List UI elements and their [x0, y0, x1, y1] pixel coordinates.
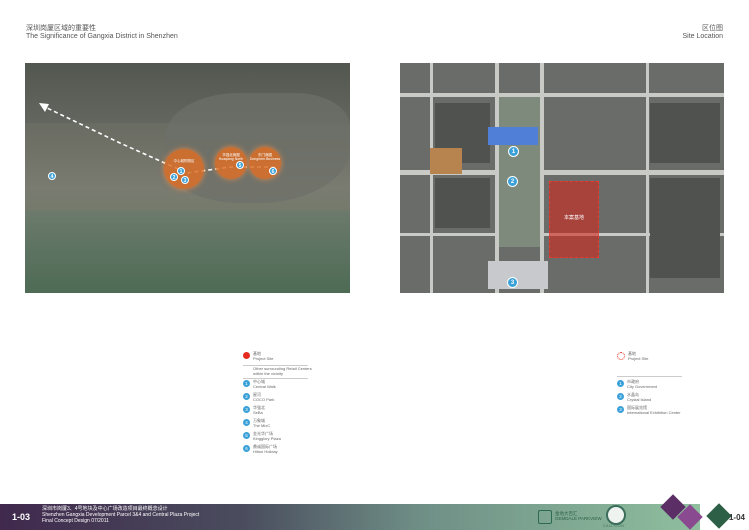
map-pin-6: 6: [269, 167, 277, 175]
footer-line-3: Final Concept Design 07/2011: [42, 517, 109, 524]
map-pin-3: 3: [181, 176, 189, 184]
legend-item: 6 鼎诚国际广场 Hilton Holiday: [243, 444, 278, 454]
diamond-decoration: [706, 503, 732, 529]
legend-project-site: 基地 Project Site: [243, 351, 273, 361]
city-government-building: [488, 127, 538, 145]
title-en-left: The Significance of Gangxia District in …: [26, 33, 178, 40]
site-location-map: 本案基地 1 2 3: [400, 63, 724, 293]
number-3-icon: 3: [243, 406, 250, 413]
gemdale-logo-icon: [538, 510, 552, 524]
legend-item: 3 国际展览馆 International Exhibition Center: [617, 405, 681, 415]
map-pin-4: 4: [48, 172, 56, 180]
legend-item: 5 金光华广场 Kingglory Plaza: [243, 431, 281, 441]
dotted-circle-icon: [617, 352, 625, 360]
gemdale-logo-text: 金地大百汇 GEMDALE PARKVIEW: [555, 511, 602, 521]
callison-logo-text: CALLISON: [603, 524, 625, 528]
map-pin-2: 2: [170, 173, 178, 181]
page-title-right: 区位图 Site Location: [683, 25, 723, 41]
legend-item: 1 市政府 City Government: [617, 379, 657, 389]
number-1-icon: 1: [243, 380, 250, 387]
central-park: [499, 97, 540, 247]
page-number-left: 1-03: [12, 512, 31, 522]
legend-project-site: 基地 Project Site: [617, 351, 648, 361]
legend-item: 2 星河 COCO Park: [243, 392, 274, 402]
road: [646, 63, 649, 293]
circle-dongmen-label: 东门商圈 Dongmen Business: [249, 153, 281, 161]
legend-right: 基地 Project Site 1 市政府 City Government 2 水晶…: [617, 351, 727, 422]
legend-item: 2 水晶岛 Crystal Island: [617, 392, 651, 402]
legend-item: 1 中心城 Central Walk: [243, 379, 276, 389]
road: [400, 93, 724, 97]
number-5-icon: 5: [243, 432, 250, 439]
number-4-icon: 4: [243, 419, 250, 426]
page-title-left: 深圳岗厦区域的重要性 The Significance of Gangxia D…: [26, 25, 178, 41]
circle-central-label: 中心城购物区: [173, 159, 195, 163]
number-6-icon: 6: [243, 445, 250, 452]
city-block: [650, 178, 720, 278]
footer-project-text: 深圳市岗厦3、4号地块及中心广场改造项目最终概念设计 Shenzhen Gang…: [42, 506, 199, 524]
road: [540, 63, 544, 293]
red-dot-icon: [243, 352, 250, 359]
legend-item: 4 万象城 The MixC: [243, 418, 270, 428]
map-pin-5: 5: [236, 161, 244, 169]
exhibition-center-building: [488, 261, 548, 289]
title-zh-right: 区位图: [702, 25, 723, 32]
site-pin-2: 2: [507, 176, 518, 187]
road: [430, 63, 433, 293]
circle-dongmen: [249, 147, 281, 179]
legend-note: Other surrounding Retail Centers within …: [253, 366, 312, 376]
city-block: [650, 103, 720, 163]
site-pin-1: 1: [508, 146, 519, 157]
legend-item: 3 华强北 SeBa: [243, 405, 265, 415]
number-1-icon: 1: [617, 380, 624, 387]
site-pin-3: 3: [507, 277, 518, 288]
significance-map: 中心城购物区 华强北商圈 Huaqiang North 东门商圈 Dongmen B…: [25, 63, 350, 293]
legend-divider: [617, 376, 682, 377]
project-site-boundary: 本案基地: [549, 181, 599, 258]
callison-logo-icon: [606, 505, 626, 525]
number-3-icon: 3: [617, 406, 624, 413]
page-footer: 1-03 深圳市岗厦3、4号地块及中心广场改造项目最终概念设计 Shenzhen…: [0, 494, 749, 530]
legend-left: 基地 Project Site Other surrounding Retail …: [243, 351, 353, 462]
number-2-icon: 2: [243, 393, 250, 400]
number-2-icon: 2: [617, 393, 624, 400]
project-site-label: 本案基地: [563, 215, 584, 221]
map-pin-1: 1: [177, 167, 185, 175]
city-block: [435, 178, 490, 228]
construction-site: [430, 148, 462, 174]
title-en-right: Site Location: [682, 33, 723, 40]
page-number-right: 1-04: [728, 513, 745, 522]
title-zh-left: 深圳岗厦区域的重要性: [26, 25, 96, 32]
